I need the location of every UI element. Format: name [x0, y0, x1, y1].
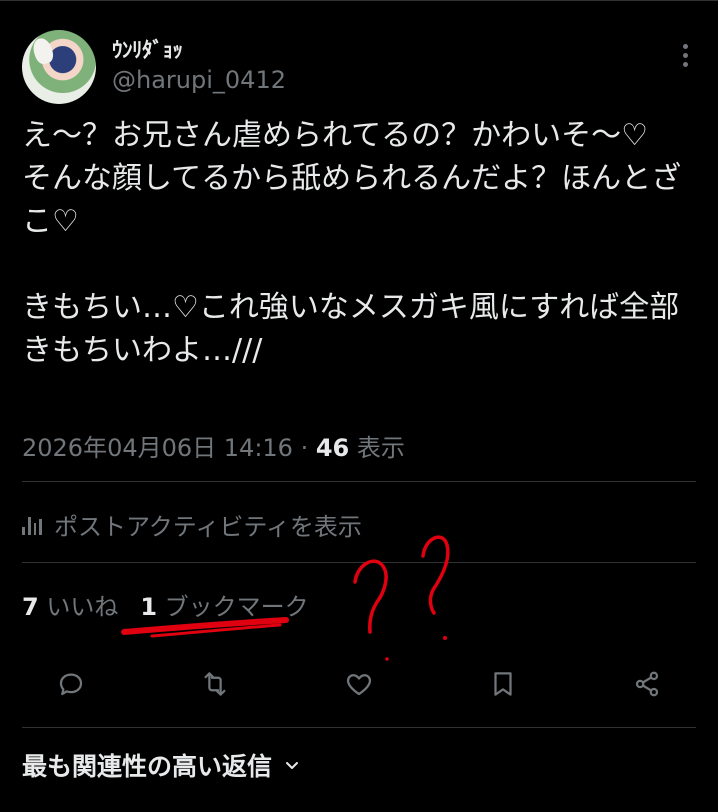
likes-label: いいね [38, 593, 119, 621]
bookmark-icon [494, 672, 512, 696]
bookmarks-label: ブックマーク [157, 593, 309, 621]
user-handle[interactable]: @harupi_0412 [112, 66, 286, 94]
likes-stat[interactable]: 7 いいね [22, 593, 118, 621]
tweet-meta: 2026年04月06日 14:16 · 46 表示 [22, 428, 405, 463]
top-divider [0, 0, 718, 1]
bookmarks-stat[interactable]: 1 ブックマーク [140, 593, 308, 621]
divider [22, 562, 696, 563]
chevron-down-icon [286, 762, 299, 769]
avatar[interactable] [22, 30, 96, 104]
share-icon [635, 671, 659, 697]
engagement-stats: 7 いいね 1 ブックマーク [22, 587, 309, 622]
analytics-icon [22, 515, 42, 535]
like-button[interactable] [339, 664, 379, 704]
divider [22, 727, 696, 728]
views-count: 46 [315, 434, 350, 462]
divider [22, 481, 696, 482]
meta-separator: · [292, 434, 316, 462]
likes-count: 7 [22, 593, 39, 621]
like-icon [346, 674, 372, 696]
post-activity-link[interactable]: ポストアクティビティを表示 [22, 507, 362, 542]
bookmarks-count: 1 [140, 593, 158, 621]
display-name[interactable]: ｳﾝﾘﾀﾞｮｯ [112, 34, 183, 64]
reply-icon [59, 673, 83, 696]
underline-stroke [150, 623, 282, 638]
question-mark-right [421, 535, 450, 615]
replies-sort-label: 最も関連性の高い返信 [22, 752, 273, 781]
bookmark-button[interactable] [483, 664, 523, 704]
question-mark-left [353, 559, 388, 634]
timestamp[interactable]: 2026年04月06日 14:16 [22, 434, 293, 462]
retweet-button[interactable] [195, 664, 235, 704]
question-mark-dot [443, 636, 447, 640]
retweet-icon [204, 672, 226, 696]
more-options-icon[interactable] [676, 44, 694, 72]
question-mark-dot [385, 657, 389, 661]
tweet-text: え〜？お兄さん虐められてるの？かわいそ〜♡ そんな顔してるから舐められるんだよ？… [22, 118, 682, 368]
post-activity-label: ポストアクティビティを表示 [54, 513, 362, 541]
views-label: 表示 [349, 434, 405, 462]
replies-sort-button[interactable]: 最も関連性の高い返信 [22, 747, 300, 783]
share-button[interactable] [627, 664, 667, 704]
reply-button[interactable] [51, 664, 91, 704]
